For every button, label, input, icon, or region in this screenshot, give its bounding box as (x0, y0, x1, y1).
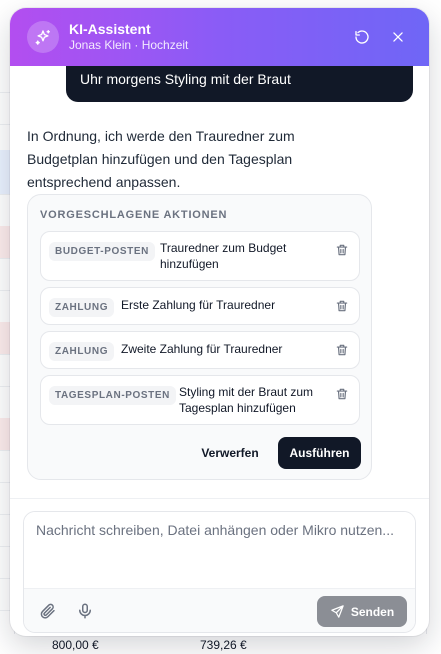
action-item: ZAHLUNG Erste Zahlung für Trauredner (40, 287, 360, 325)
background-amount: 800,00 € (52, 638, 99, 652)
trash-icon[interactable] (335, 387, 349, 401)
action-tag: TAGESPLAN-POSTEN (49, 386, 176, 405)
suggested-actions-card: VORGESCHLAGENE AKTIONEN BUDGET-POSTEN Tr… (27, 194, 372, 480)
assistant-message: In Ordnung, ich werde den Trauredner zum… (27, 128, 295, 190)
message-list[interactable]: Uhr morgens Styling mit der Braut In Ord… (10, 66, 429, 498)
composer-divider (10, 498, 429, 499)
message-input[interactable] (24, 512, 415, 588)
execute-button[interactable]: Ausführen (278, 437, 361, 469)
send-button[interactable]: Senden (317, 596, 407, 627)
close-icon[interactable] (387, 26, 409, 48)
paperclip-icon[interactable] (39, 602, 57, 620)
panel-header: KI-Assistent Jonas Klein · Hochzeit (10, 8, 429, 66)
assistant-panel: KI-Assistent Jonas Klein · Hochzeit Uhr … (10, 8, 429, 636)
panel-subtitle: Jonas Klein · Hochzeit (69, 38, 189, 52)
action-text: Zweite Zahlung für Trauredner (121, 342, 283, 356)
refresh-icon[interactable] (351, 26, 373, 48)
suggested-actions-title: VORGESCHLAGENE AKTIONEN (40, 209, 228, 221)
trash-icon[interactable] (335, 299, 349, 313)
action-tag: ZAHLUNG (49, 342, 115, 361)
discard-button[interactable]: Verwerfen (194, 437, 266, 469)
sparkle-icon (27, 21, 59, 53)
composer-toolbar: Senden (24, 588, 415, 632)
action-text: Trauredner zum Budget hinzufügen (160, 241, 287, 271)
background-amount: 739,26 € (200, 638, 247, 652)
action-tag: BUDGET-POSTEN (49, 242, 155, 261)
action-text: Erste Zahlung für Trauredner (121, 298, 276, 312)
action-tag: ZAHLUNG (49, 298, 115, 317)
action-item: TAGESPLAN-POSTEN Styling mit der Braut z… (40, 375, 360, 425)
user-message-text: Uhr morgens Styling mit der Braut (80, 71, 291, 87)
user-message: Uhr morgens Styling mit der Braut (66, 66, 413, 102)
message-composer: Senden (23, 511, 416, 633)
background-footer-row: 800,00 € 739,26 € (0, 634, 441, 654)
trash-icon[interactable] (335, 343, 349, 357)
action-text: Styling mit der Braut zum Tagesplan hinz… (179, 385, 314, 415)
send-button-label: Senden (350, 604, 395, 619)
microphone-icon[interactable] (76, 602, 94, 620)
trash-icon[interactable] (335, 243, 349, 257)
action-item: ZAHLUNG Zweite Zahlung für Trauredner (40, 331, 360, 369)
panel-title: KI-Assistent (69, 21, 151, 37)
header-titles: KI-Assistent Jonas Klein · Hochzeit (69, 21, 188, 53)
action-item: BUDGET-POSTEN Trauredner zum Budget hinz… (40, 231, 360, 281)
send-icon (331, 605, 344, 618)
header-actions (351, 26, 409, 48)
